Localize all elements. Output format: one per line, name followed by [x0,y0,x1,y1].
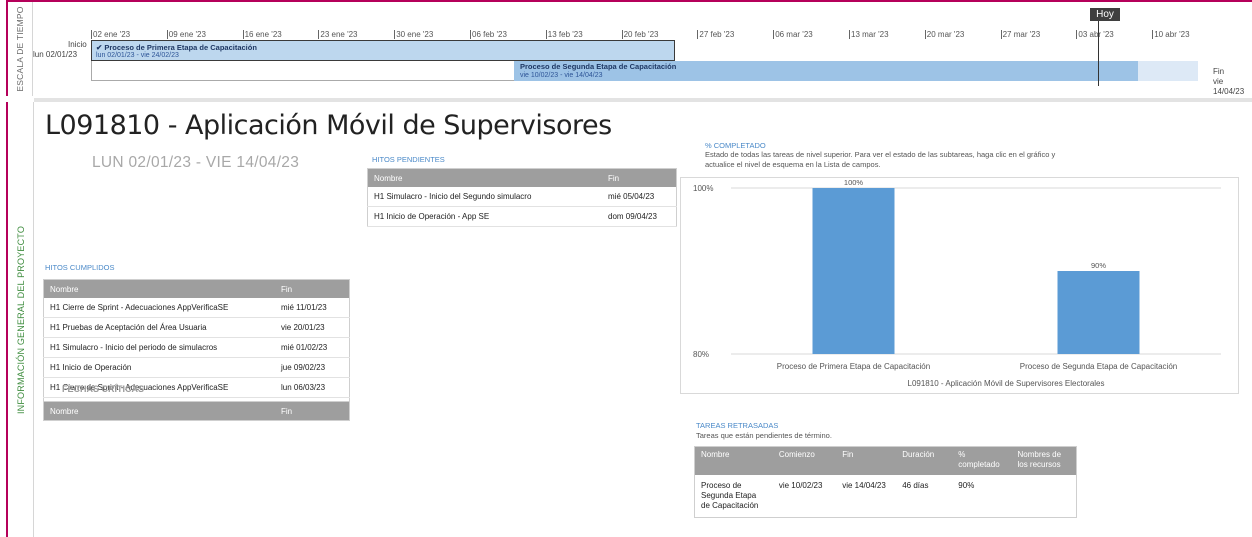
tareas-retrasadas-table[interactable]: Nombre Comienzo Fin Duración% completado Nom… [694,446,1077,518]
project-dates: LUN 02/01/23 - VIE 14/04/23 [92,154,300,171]
table-row[interactable]: Proceso de Segunda Etapa de Capacitación… [695,475,1077,518]
column-header[interactable]: Nombres de los recursos [1011,446,1077,475]
timeline-end-date: vie 14/04/23 [1213,77,1245,96]
table-row[interactable]: H1 Inicio de Operación jue 09/02/23 [43,357,350,378]
table-row[interactable]: H1 Simulacro - Inicio del Segundo simula… [367,187,677,207]
cell-fin: dom 09/04/23 [602,206,677,227]
today-marker-label: Hoy [1090,8,1120,21]
cell-nombre: H1 Inicio de Operación - App SE [367,206,602,227]
hitos-cumplidos-label: HITOS CUMPLIDOS [45,263,115,272]
timeline-tick-label: 20 feb '23 [621,30,659,39]
table-cell: Proceso de Segunda Etapa de Capacitación [701,481,759,510]
table-cell: 46 días [902,481,929,490]
cell-nombre: H1 Simulacro - Inicio del Segundo simula… [367,187,602,207]
cell-fin: lun 06/03/23 [275,377,350,398]
column-header[interactable]: Nombre [694,446,773,475]
cell-fin: mié 11/01/23 [275,298,350,318]
timeline-tick-label: 27 mar '23 [1000,30,1041,39]
cell-fin: vie 20/01/23 [275,317,350,338]
cell-nombre: H1 Inicio de Operación [43,357,275,378]
timeline-start-date: lun 02/01/23 [33,50,78,59]
completado-chart: 80% 100% 100% Proceso de Primera Etapa de C… [693,178,1221,388]
chart-bar [812,188,895,354]
chart-bar [1057,271,1140,354]
bar-dates: vie 10/02/23 - vie 14/04/23 [520,72,603,79]
timeline-tick-label: 23 ene '23 [318,30,358,39]
timeline-end-label: Fin [1213,67,1225,76]
column-header[interactable]: Duración [896,446,953,475]
chart-x-axis-label: L091810 - Aplicación Móvil de Supervisor… [908,379,1105,388]
chart-x-tick-label: Proceso de Primera Etapa de Capacitación [777,362,930,371]
chart-y-tick-label: 80% [693,350,709,359]
table-row[interactable]: H1 Cierre de Sprint - Adecuaciones AppVe… [43,298,350,318]
column-header-fin[interactable]: Fin [275,401,350,421]
chart-x-tick-label: Proceso de Segunda Etapa de Capacitación [1020,362,1177,371]
cell-nombre: H1 Pruebas de Aceptación del Área Usuari… [43,317,275,338]
column-header-nombre[interactable]: Nombre [367,168,602,187]
tareas-retrasadas-table-wrap: Nombre Comienzo Fin Duración% completado Nom… [694,446,1077,518]
timeline-tick-label: 20 mar '23 [924,30,965,39]
timeline-bar-primera-etapa[interactable]: ✔ Proceso de Primera Etapa de Capacitaci… [91,40,675,61]
timeline-tick-label: 13 feb '23 [545,30,583,39]
hitos-pendientes-table-wrap: Nombre Fin H1 Simulacro - Inicio del Seg… [367,168,677,227]
table-row[interactable]: H1 Inicio de Operación - App SE dom 09/04… [367,206,677,227]
hitos-cumplidos-table-wrap: Nombre Fin H1 Cierre de Sprint - Adecuac… [43,279,350,418]
fechas-criticas-table-wrap: Nombre Fin [43,401,350,421]
timeline-bar-segunda-etapa[interactable]: Proceso de Segunda Etapa de Capacitación… [514,61,1138,81]
column-header-fin[interactable]: Fin [602,168,677,187]
table-cell: vie 14/04/23 [842,481,886,490]
cell-fin: mié 05/04/23 [602,187,677,207]
fechas-criticas-label: FECHAS CRÍTICAS [62,384,145,394]
hitos-pendientes-table[interactable]: Nombre Fin H1 Simulacro - Inicio del Seg… [367,168,677,227]
timeline-tick-label: 10 abr '23 [1152,30,1190,39]
today-marker-line [1098,20,1099,86]
timeline-tick-label: 03 abr '23 [1076,30,1114,39]
timeline-tick-label: 06 feb '23 [470,30,507,39]
timeline-tick-label: 30 ene '23 [394,30,434,39]
completado-chart-frame[interactable]: 80% 100% 100% Proceso de Primera Etapa de C… [680,177,1239,394]
hitos-cumplidos-table[interactable]: Nombre Fin H1 Cierre de Sprint - Adecuac… [43,279,350,418]
timeline-bar-segunda-etapa-remaining [1138,61,1198,81]
table-cell [1011,475,1076,518]
cell-nombre: H1 Simulacro - Inicio del periodo de sim… [43,337,275,358]
column-header-fin[interactable]: Fin [275,279,350,298]
chart-data-label: 100% [844,178,864,187]
timeline-start-label: Inicio [68,40,87,49]
timeline-side-label: ESCALA DE TIEMPO [8,2,33,96]
timeline-tick-label: 02 ene '23 [91,30,131,39]
cell-nombre: H1 Cierre de Sprint - Adecuaciones AppVe… [43,298,275,318]
timeline-tick-label: 13 mar '23 [849,30,889,39]
table-row[interactable]: H1 Pruebas de Aceptación del Área Usuari… [43,317,350,338]
timeline-tick-label: 06 mar '23 [773,30,813,39]
chart-y-tick-label: 100% [693,184,713,193]
bar-dates: lun 02/01/23 - vie 24/02/23 [96,52,179,59]
cell-fin: mié 01/02/23 [275,337,350,358]
table-cell: vie 10/02/23 [778,481,823,490]
completado-label: % COMPLETADO [705,141,766,150]
tareas-retrasadas-description: Tareas que están pendientes de término. [696,431,832,440]
bar-title: Proceso de Segunda Etapa de Capacitación [520,62,677,71]
timeline-tick-label: 27 feb '23 [697,30,735,39]
column-header-nombre[interactable]: Nombre [43,401,275,421]
tareas-retrasadas-label: TAREAS RETRASADAS [696,421,779,430]
hitos-pendientes-label: HITOS PENDIENTES [372,155,445,164]
column-header[interactable]: % completado [952,446,1012,475]
column-header-nombre[interactable]: Nombre [43,279,275,298]
column-header[interactable]: Fin [836,446,897,475]
chart-data-label: 90% [1091,261,1106,270]
section-separator [34,98,1252,102]
cell-fin: jue 09/02/23 [275,357,350,378]
timeline-tick-label: 09 ene '23 [166,30,206,39]
timeline-tick-label: 16 ene '23 [242,30,282,39]
table-row[interactable]: H1 Simulacro - Inicio del periodo de sim… [43,337,350,358]
completado-description: Estado de todas las tareas de nivel supe… [705,150,1056,169]
column-header[interactable]: Comienzo [772,446,837,475]
fechas-criticas-table[interactable]: Nombre Fin [43,401,350,421]
main-side-label: INFORMACIÓN GENERAL DEL PROYECTO [6,102,34,537]
table-cell: 90% [958,481,975,490]
project-title: L091810 - Aplicación Móvil de Supervisor… [45,110,612,141]
